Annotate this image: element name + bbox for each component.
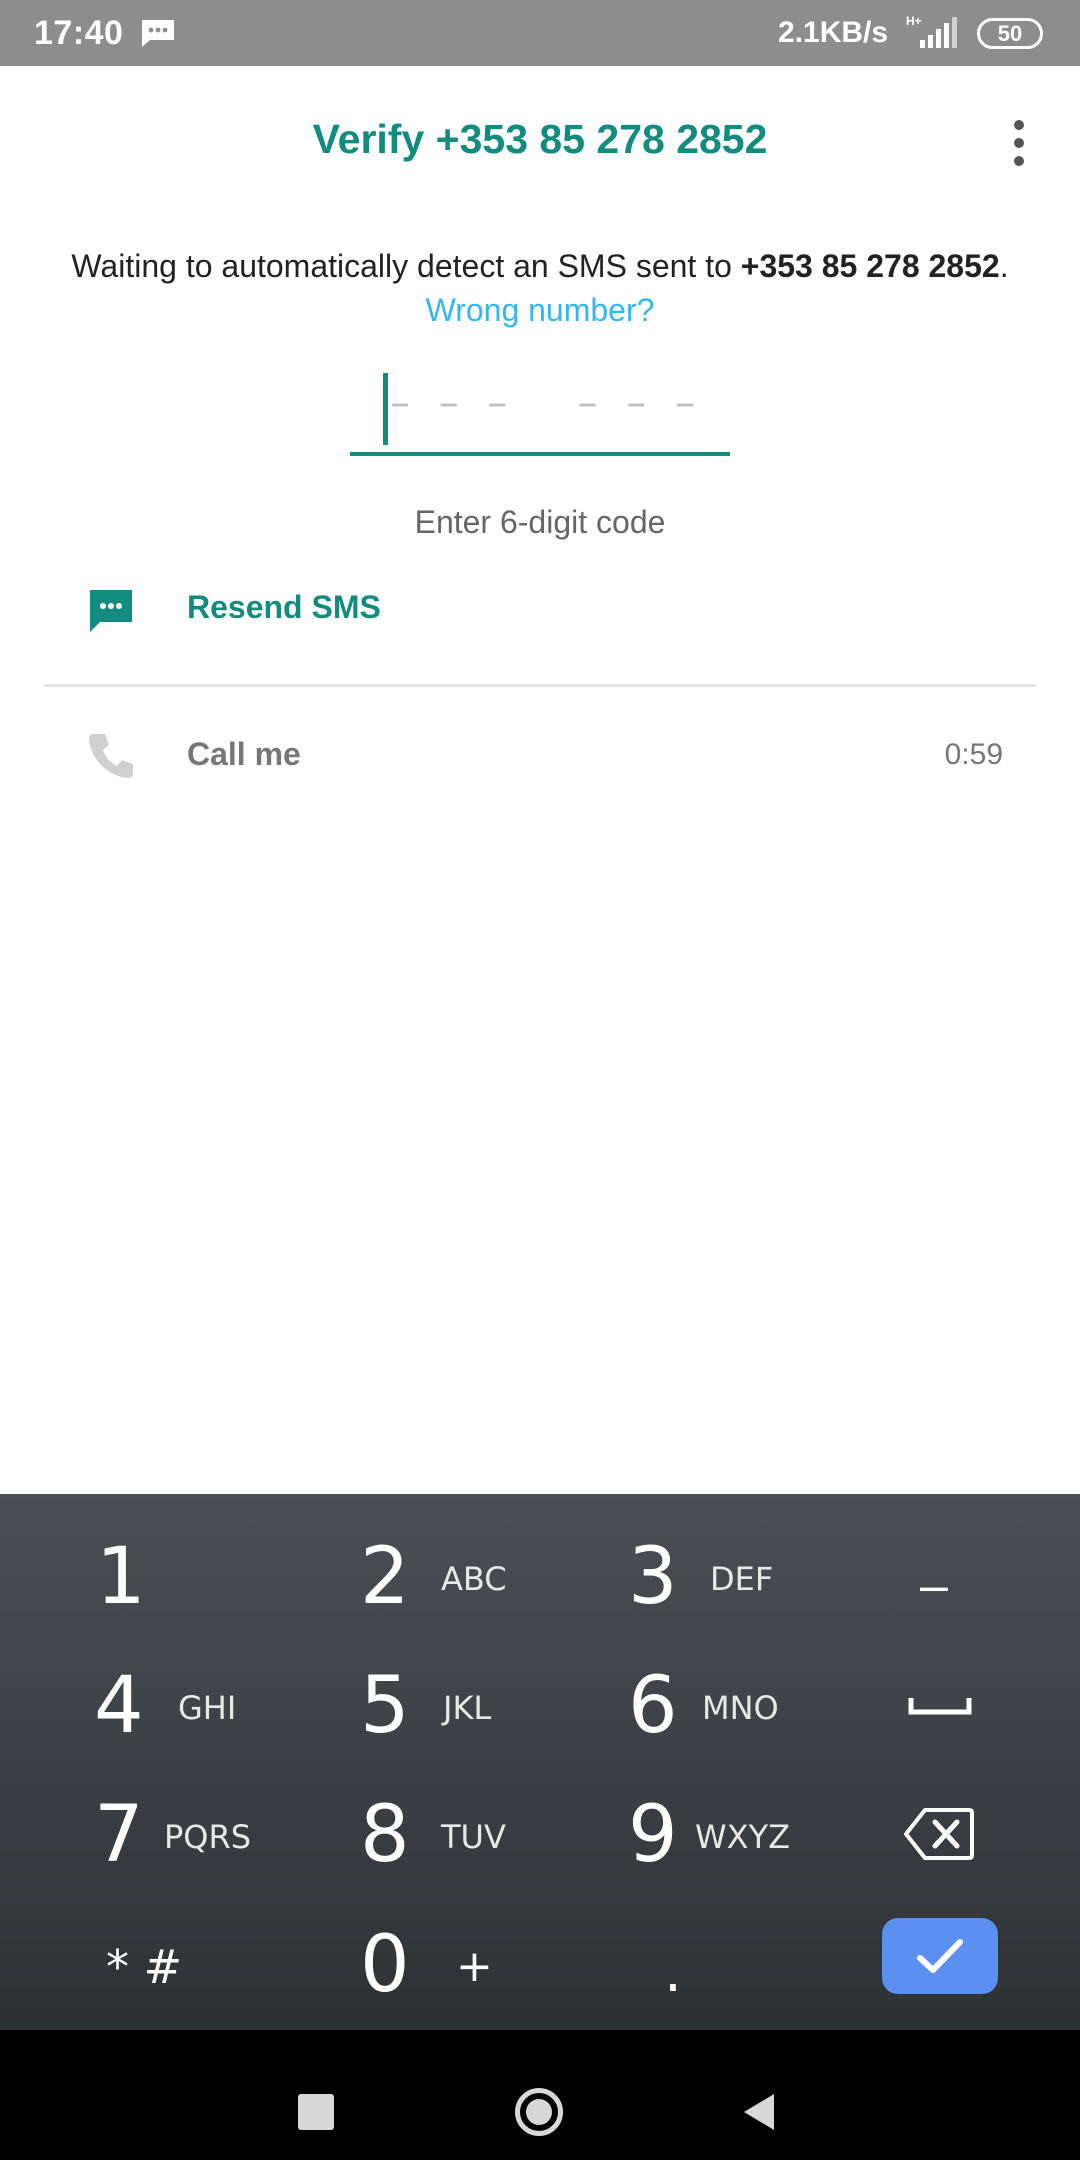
resend-sms-label: Resend SMS [187,589,381,625]
key-digit: 9 [628,1790,678,1880]
key-digit: 5 [360,1661,410,1751]
confirm-button[interactable] [882,1918,998,1994]
navigation-bar [0,2030,1080,2160]
key-letters: JKL [443,1689,492,1727]
key-digit: 4 [94,1661,144,1751]
key-digit: 2 [360,1532,410,1622]
wrong-number-link[interactable]: Wrong number? [0,292,1080,329]
key-digit: 8 [360,1790,410,1880]
phone-icon [89,734,133,778]
code-hint: Enter 6-digit code [414,504,666,540]
key-letters: WXYZ [695,1818,791,1856]
verification-description: Waiting to automatically detect an SMS s… [30,244,1050,288]
plus-symbol: + [456,1941,493,1992]
key-letters: GHI [178,1689,237,1727]
code-placeholder: – – – – – – [390,380,704,426]
svg-text:H+: H+ [906,14,922,28]
key-letters: DEF [710,1560,774,1598]
key-letters: PQRS [164,1818,252,1856]
status-bar: 17:40 2.1KB/s H+ 50 [0,0,1080,66]
code-input[interactable]: – – – – – – [350,370,730,456]
key-digit: 1 [96,1532,146,1622]
key-digit: 3 [628,1532,678,1622]
description-phone: +353 85 278 2852 [740,248,1000,284]
checkmark-icon [917,1939,963,1973]
period-symbol: . [664,1940,682,2005]
page-title: Verify +353 85 278 2852 [312,116,768,162]
key-digit: 6 [628,1661,678,1751]
more-vert-icon[interactable] [1000,118,1038,170]
network-speed: 2.1KB/s [778,16,889,49]
circle-icon[interactable] [515,2088,563,2136]
key-digit: 7 [94,1790,144,1880]
backspace-icon [904,1808,974,1860]
description-suffix: . [999,248,1009,284]
square-icon[interactable] [298,2094,334,2130]
signal-icon: H+ [906,14,957,48]
sms-notification-icon [142,20,174,47]
key-letters: MNO [702,1689,779,1727]
text-caret [383,373,388,445]
call-timer: 0:59 [944,738,1003,771]
key-digit: 0 [360,1920,410,2010]
star-hash-symbol: * # [106,1940,183,1994]
divider [44,684,1036,687]
message-icon [90,590,132,632]
space-bar-icon [908,1698,972,1715]
minus-symbol: – [920,1557,948,1613]
triangle-back-icon[interactable] [742,2092,776,2132]
key-letters: ABC [441,1560,507,1598]
key-letters: TUV [441,1818,506,1856]
status-time: 17:40 [34,14,124,52]
description-prefix: Waiting to automatically detect an SMS s… [71,248,741,284]
call-me-label: Call me [187,736,301,772]
battery-indicator: 50 [977,18,1043,49]
